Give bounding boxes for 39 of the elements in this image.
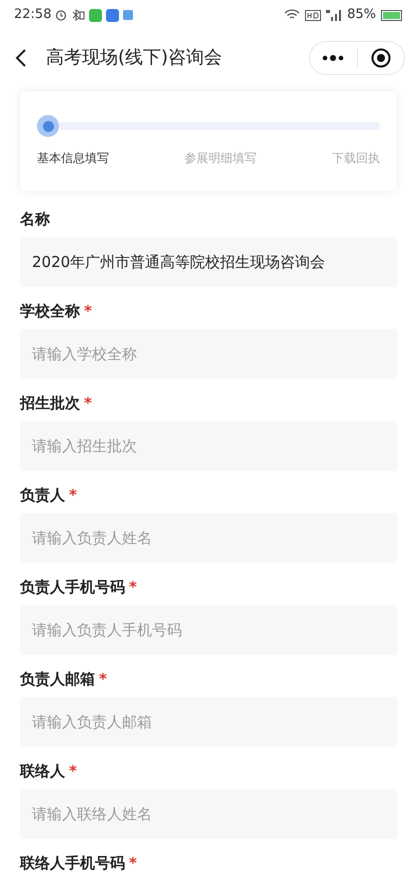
bluetooth-icon [71,9,86,21]
input-field[interactable]: 请输入负责人姓名 [20,513,397,563]
status-time: 22:58 [14,6,52,24]
required-mark: * [69,484,77,506]
field-label: 负责人手机号码 [20,576,125,598]
field-label: 负责人邮箱 [20,668,95,690]
progress-thumb [37,115,59,137]
app-icon [89,8,102,22]
input-field[interactable]: 请输入招生批次 [20,421,397,471]
wifi-icon [284,9,300,21]
field-label: 学校全称 [20,300,80,322]
required-mark: * [129,576,137,598]
input-field[interactable]: 请输入联络人姓名 [20,789,397,839]
input-field[interactable]: 请输入负责人手机号码 [20,605,397,655]
step-label: 参展明细填写 [184,150,256,167]
required-mark: * [129,852,137,874]
signal-icon [326,9,342,21]
required-mark: * [99,668,107,690]
field-label: 联络人手机号码 [20,852,125,874]
input-field[interactable]: 请输入负责人邮箱 [20,697,397,747]
more-icon[interactable] [322,54,344,60]
required-mark: * [69,760,77,782]
required-mark: * [84,300,92,322]
input-field[interactable]: 2020年广州市普通高等院校招生现场咨询会 [20,237,397,287]
battery-icon [381,10,403,20]
back-icon[interactable] [14,48,28,68]
field-label: 招生批次 [20,392,80,414]
field-label: 负责人 [20,484,65,506]
hd-icon [305,10,322,20]
field-label: 联络人 [20,760,65,782]
required-mark: * [84,392,92,414]
alarm-icon [55,9,68,21]
input-field[interactable]: 请输入学校全称 [20,329,397,379]
battery-percent: 85% [347,6,376,24]
step-label: 下载回执 [332,150,380,167]
field-label: 名称 [20,208,50,230]
close-icon[interactable] [370,48,391,68]
step-label: 基本信息填写 [37,150,109,167]
page-title: 高考现场(线下)咨询会 [46,46,224,70]
